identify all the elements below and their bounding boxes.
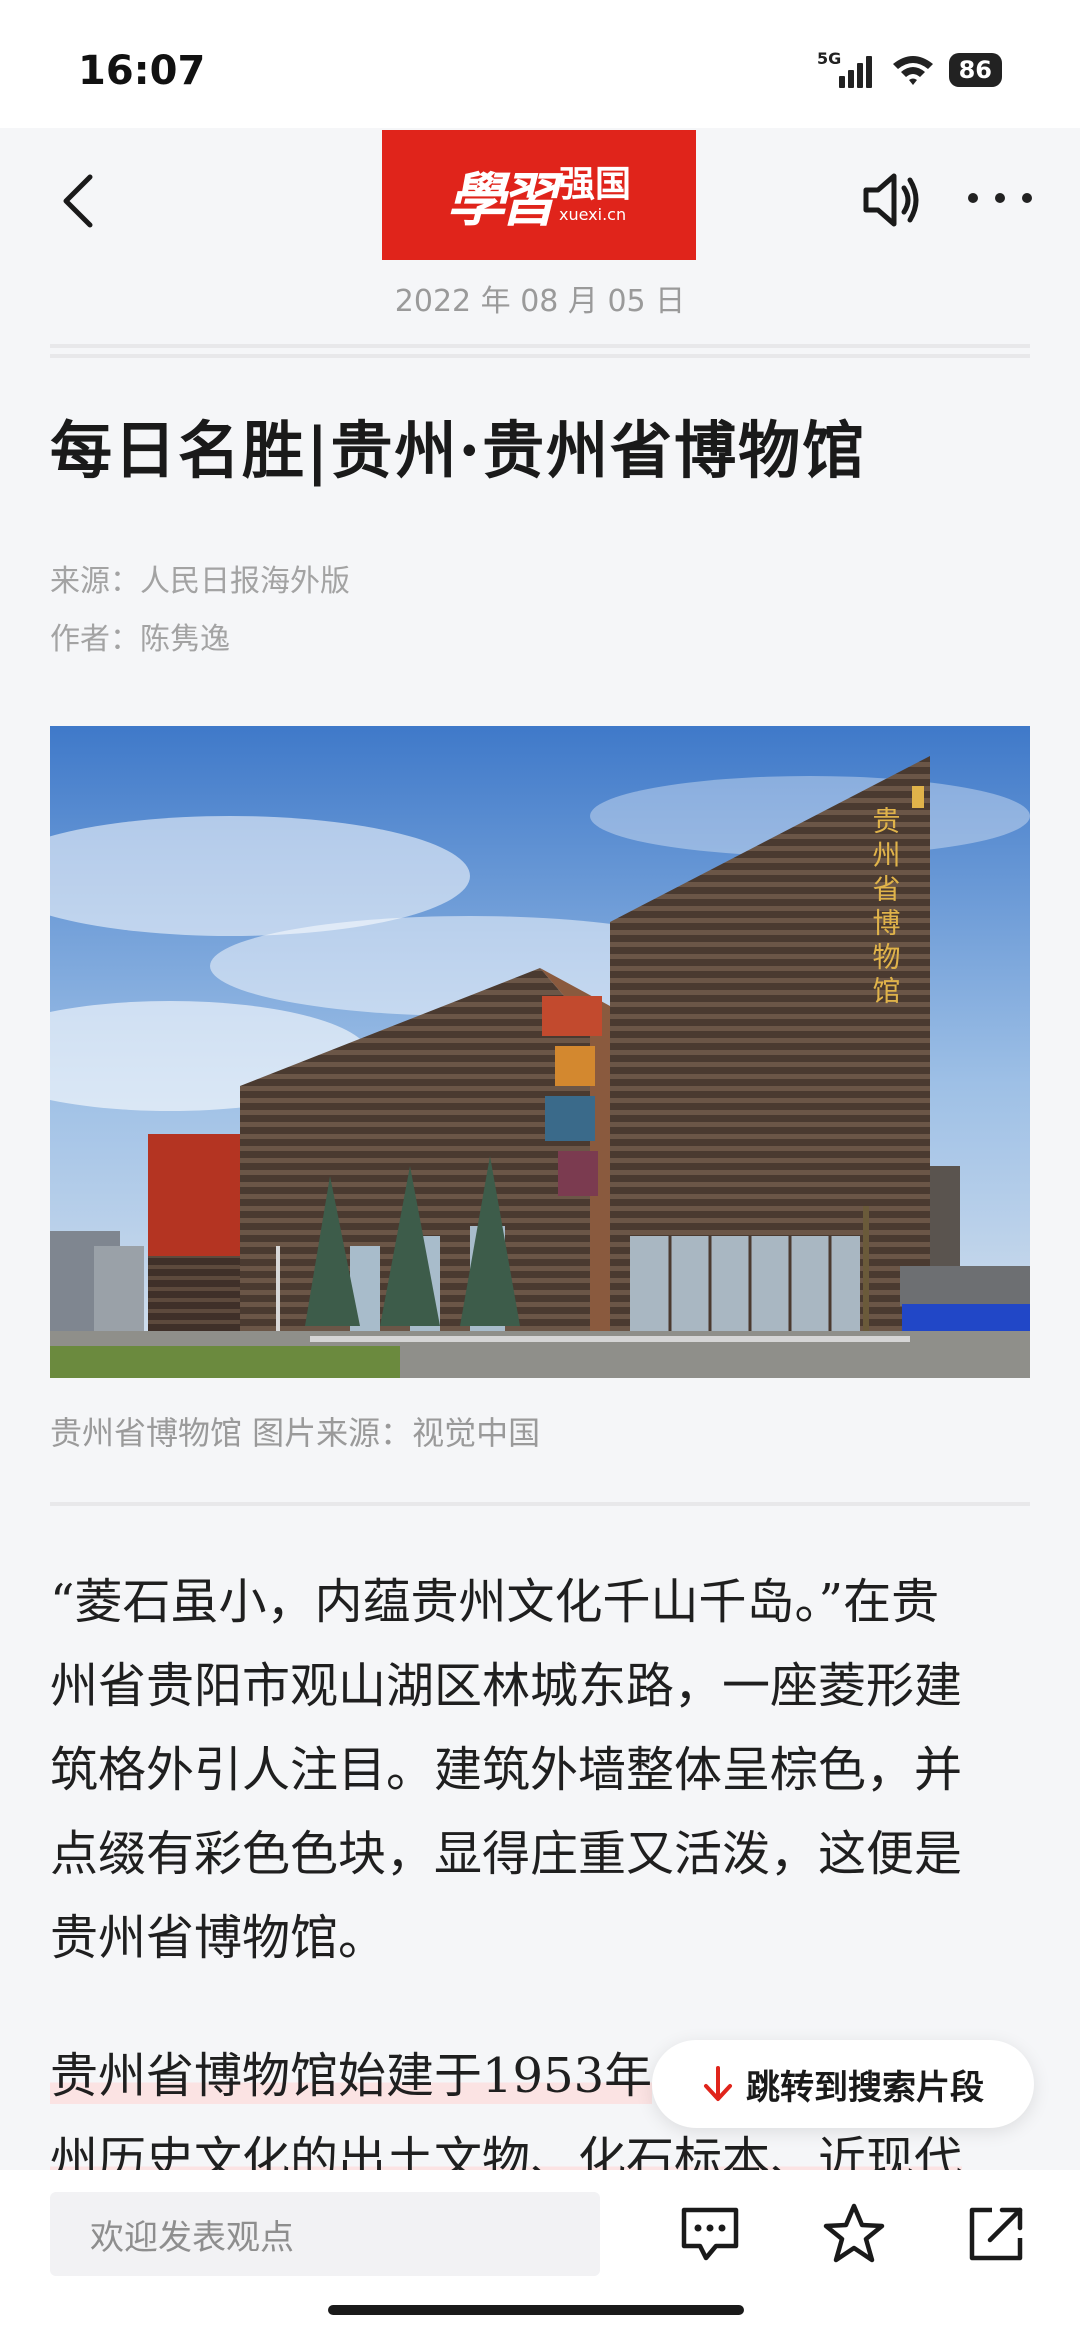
- article-source: 来源：人民日报海外版: [50, 564, 350, 599]
- battery-indicator: 86: [948, 53, 1002, 87]
- jump-button-label: 跳转到搜索片段: [746, 2067, 984, 2108]
- publish-date: 2022 年 08 月 05 日: [394, 284, 686, 319]
- xuexi-logo: 學習 强国 xuexi.cn: [382, 130, 696, 260]
- museum-photo-image: 贵州省博物馆: [50, 726, 1030, 1378]
- logo-domain: xuexi.cn: [559, 205, 627, 224]
- paragraph-line: 贵州省博物馆。: [50, 1910, 387, 1966]
- comment-button[interactable]: [676, 2200, 744, 2268]
- section-divider: [50, 1502, 1030, 1506]
- status-bar: 16:07 5G 86: [0, 0, 1080, 128]
- star-icon: [823, 2203, 885, 2263]
- share-icon: [969, 2207, 1023, 2261]
- favorite-button[interactable]: [820, 2200, 888, 2268]
- home-indicator[interactable]: [328, 2305, 744, 2315]
- article-author: 作者：陈隽逸: [50, 622, 230, 657]
- chevron-left-icon: [63, 174, 93, 228]
- logo-calligraphy: 學習: [446, 166, 557, 234]
- speaker-icon: [863, 173, 919, 227]
- museum-photo[interactable]: 贵州省博物馆: [50, 726, 1030, 1378]
- paragraph-line: 筑格外引人注目。建筑外墙整体呈棕色，并: [50, 1742, 963, 1798]
- cellular-signal-icon: 5G: [817, 50, 872, 88]
- article-paragraph-1: “菱石虽小，内蕴贵州文化千山千岛。”在贵 州省贵阳市观山湖区林城东路，一座菱形建…: [50, 1560, 1030, 1980]
- article-title: 每日名胜|贵州·贵州省博物馆: [50, 414, 867, 487]
- paragraph-line: 点缀有彩色色块，显得庄重又活泼，这便是: [50, 1826, 963, 1882]
- arrow-down-icon: [704, 2066, 732, 2101]
- wifi-icon: [892, 56, 933, 85]
- network-label: 5G: [817, 50, 841, 68]
- article-header: 學習 强国 xuexi.cn 2022 年 08 月 05 日: [0, 128, 1080, 328]
- read-aloud-button[interactable]: [860, 168, 924, 232]
- highlighted-search-fragment: 贵州省博物馆始建于1953年: [50, 2048, 653, 2104]
- paragraph-line: 州省贵阳市观山湖区林城东路，一座菱形建: [50, 1658, 963, 1714]
- more-options-button[interactable]: [968, 178, 1032, 218]
- status-time: 16:07: [78, 48, 206, 94]
- photo-caption: 贵州省博物馆 图片来源：视觉中国: [50, 1414, 541, 1452]
- status-icons: 5G 86: [817, 50, 1002, 90]
- share-button[interactable]: [962, 2200, 1030, 2268]
- back-button[interactable]: [48, 166, 108, 236]
- more-dot-icon: [995, 193, 1005, 203]
- paragraph-line: “菱石虽小，内蕴贵州文化千山千岛。”在贵: [50, 1574, 940, 1630]
- comment-icon: [681, 2207, 739, 2261]
- more-dot-icon: [968, 193, 978, 203]
- jump-to-search-fragment-button[interactable]: 跳转到搜索片段: [652, 2040, 1034, 2128]
- more-dot-icon: [1022, 193, 1032, 203]
- museum-photo-sign: 贵州省博物馆: [869, 806, 902, 1010]
- logo-name: 强国: [559, 164, 632, 205]
- comment-input[interactable]: 欢迎发表观点: [50, 2192, 600, 2276]
- header-divider: [50, 344, 1030, 358]
